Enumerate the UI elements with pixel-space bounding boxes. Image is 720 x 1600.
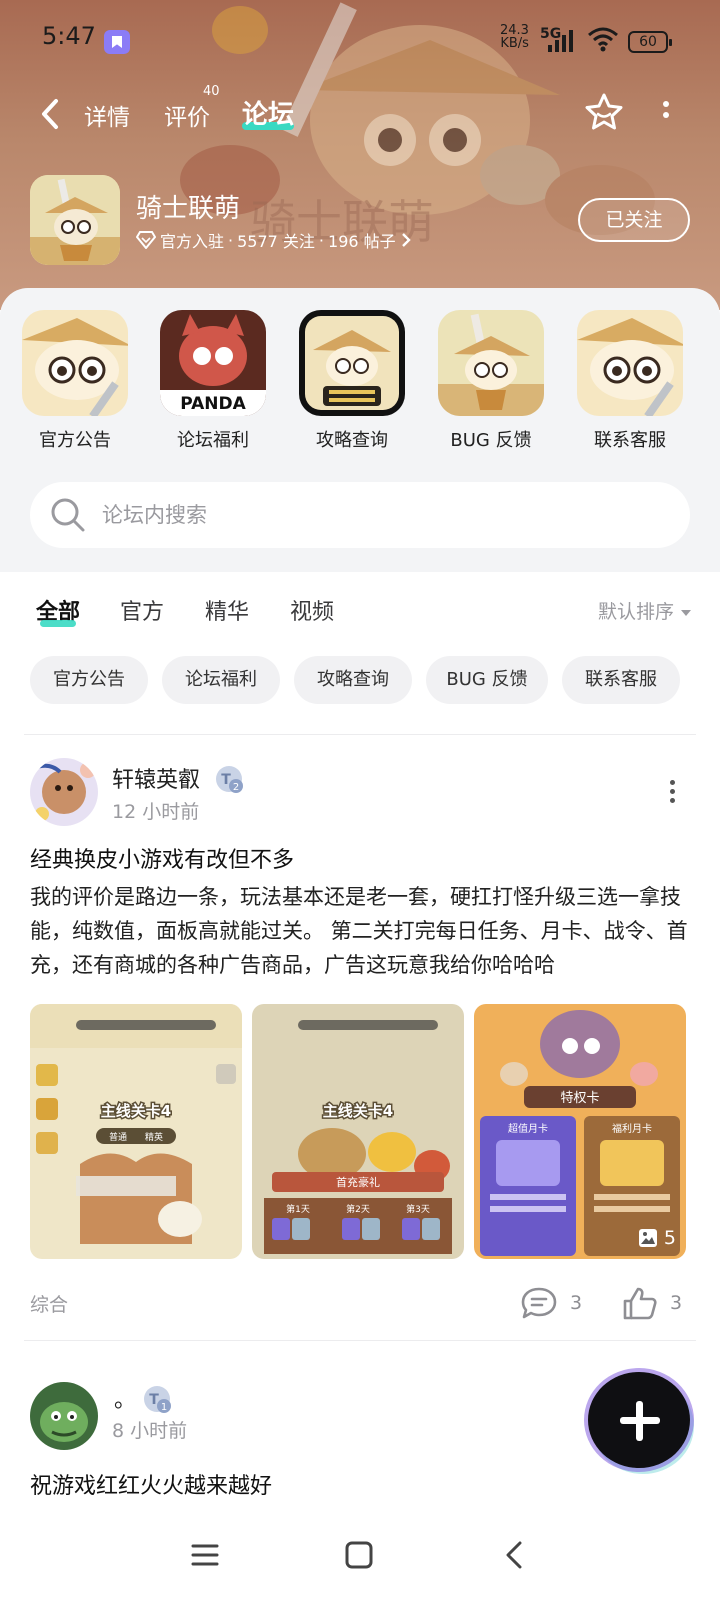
divider [24,734,696,735]
divider [24,1340,696,1341]
caret-down-icon [681,610,692,616]
shortcut-bug-report[interactable]: BUG 反馈 [431,310,551,452]
post-title[interactable]: 祝游戏红红火火越来越好 [30,1468,272,1500]
notification-app-icon [104,30,130,54]
post-title[interactable]: 经典换皮小游戏有改但不多 [30,842,294,874]
author-name[interactable]: 轩辕英叡 [112,762,200,794]
forum-search-bar[interactable] [30,482,690,548]
svg-text:主线关卡4: 主线关卡4 [101,1102,171,1120]
avatar[interactable] [30,1382,98,1450]
svg-text:1: 1 [161,1402,167,1413]
shortcut-welfare[interactable]: PANDA 论坛福利 [153,310,273,452]
svg-text:超值月卡: 超值月卡 [508,1122,548,1135]
post-more-options-icon[interactable] [662,776,682,816]
announcement-icon [22,310,128,416]
forum-header: 骑士联萌 5:47 24.3 KB/s 5G 60 详情 评价 40 论坛 骑士… [0,0,720,310]
post-time: 8 小时前 [112,1420,188,1442]
verified-label: 官方入驻 [160,232,225,251]
verified-diamond-icon [136,231,156,249]
level-badge-icon: T 1 [144,1386,171,1413]
create-post-button[interactable] [588,1372,690,1468]
game-name: 骑士联萌 [136,194,241,224]
svg-text:第2天: 第2天 [346,1203,370,1215]
battery-icon: 60 [628,31,672,53]
forum-shortcuts-panel: 官方公告 PANDA 论坛福利 攻略查询 BUG 反馈 联系客服 论坛内搜索 [0,288,720,572]
shortcut-guide[interactable]: 攻略查询 [292,310,412,452]
home-icon[interactable] [344,1540,374,1570]
tab-detail[interactable]: 详情 [84,98,130,132]
wifi-icon [588,27,618,52]
chevron-right-icon [401,233,411,247]
tab-reviews[interactable]: 评价 [164,98,210,132]
svg-text:第1天: 第1天 [286,1203,310,1215]
comment-icon [521,1287,557,1319]
post-category: 综合 [30,1294,69,1316]
svg-text:福利月卡: 福利月卡 [612,1122,652,1135]
post-image[interactable]: 主线关卡4 普通 精英 [30,1004,242,1259]
svg-text:PANDA: PANDA [180,394,246,414]
filter-tab-featured[interactable]: 精华 [205,594,249,626]
more-options-icon[interactable] [656,96,676,132]
bug-report-icon [438,310,544,416]
sort-dropdown[interactable]: 默认排序 [598,597,692,624]
post-time: 12 小时前 [112,801,200,823]
favorite-star-icon[interactable] [584,92,624,132]
filter-tab-official[interactable]: 官方 [120,594,164,626]
post-image[interactable]: 特权卡 超值月卡 福利月卡 5 [474,1004,686,1259]
gallery-icon [638,1229,657,1247]
author-name[interactable]: 。 [114,1382,136,1414]
like-button[interactable]: 3 [622,1286,682,1320]
posts-count: 196 帖子 [328,232,396,251]
svg-text:特权卡: 特权卡 [560,1090,599,1106]
svg-text:主线关卡4: 主线关卡4 [323,1102,393,1120]
reviews-count-badge: 40 [203,84,220,99]
comment-button[interactable]: 3 [520,1286,582,1320]
followers-count: 5577 关注 [237,232,315,251]
chip-welfare[interactable]: 论坛福利 [162,656,280,704]
menu-icon[interactable] [190,1540,220,1570]
status-time: 5:47 [42,22,96,50]
search-icon [51,498,85,532]
image-count: 5 [638,1227,676,1249]
back-arrow-icon[interactable] [36,96,66,132]
follow-button[interactable]: 已关注 [578,198,690,242]
game-icon[interactable] [30,175,120,265]
search-input[interactable] [100,494,660,536]
filter-tab-indicator [40,620,76,627]
shortcut-customer-service[interactable]: 联系客服 [570,310,690,452]
back-icon[interactable] [502,1540,526,1570]
svg-text:第3天: 第3天 [406,1203,430,1215]
chip-bug-report[interactable]: BUG 反馈 [426,656,548,704]
level-badge-icon: T 2 [216,766,243,793]
svg-text:精英: 精英 [145,1131,163,1143]
svg-text:普通: 普通 [109,1131,127,1143]
game-meta[interactable]: 官方入驻 · 5577 关注 · 196 帖子 [136,228,412,252]
svg-text:首充豪礼: 首充豪礼 [336,1175,380,1189]
status-bar: 5:47 24.3 KB/s 5G 60 [0,0,720,84]
chip-guide[interactable]: 攻略查询 [294,656,412,704]
chip-announcement[interactable]: 官方公告 [30,656,148,704]
customer-service-icon [577,310,683,416]
thumbs-up-icon [623,1287,657,1320]
network-speed: 24.3 KB/s [500,23,529,51]
guide-icon [299,310,405,416]
post-body[interactable]: 我的评价是路边一条，玩法基本还是老一套，硬扛打怪升级三选一拿技能，纯数值，面板高… [30,880,692,982]
shortcut-announcement[interactable]: 官方公告 [15,310,135,452]
top-nav: 详情 评价 40 论坛 [0,84,720,144]
system-nav-bar [0,1516,720,1600]
welfare-icon: PANDA [160,310,266,416]
signal-icon [548,30,573,52]
chip-customer-service[interactable]: 联系客服 [562,656,680,704]
tab-forum[interactable]: 论坛 [242,94,294,131]
post-image[interactable]: 主线关卡4 首充豪礼 第1天 第2天 第3天 [252,1004,464,1259]
avatar[interactable] [30,758,98,826]
filter-tab-video[interactable]: 视频 [290,594,334,626]
svg-text:2: 2 [233,782,239,793]
